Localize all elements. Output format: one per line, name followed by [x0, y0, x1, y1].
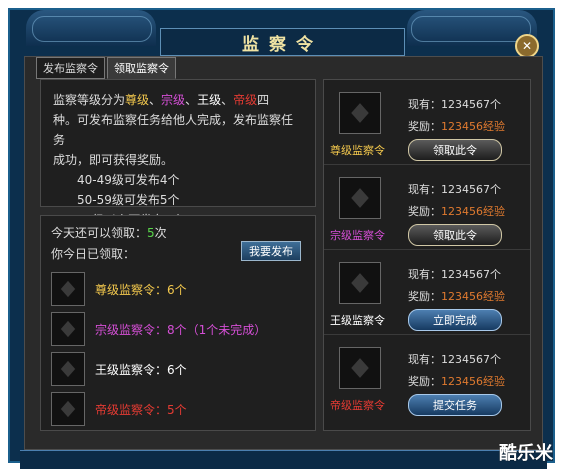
token-icon [351, 358, 369, 378]
reward-name: 尊级监察令 [330, 144, 385, 157]
separator: 、 [221, 93, 234, 107]
reward-have: 现有：1234567个 [408, 353, 501, 366]
claimed-item: 宗级监察令：8个（1个未完成） [95, 322, 267, 337]
reward-have: 现有：1234567个 [408, 268, 501, 281]
close-icon: ✕ [521, 39, 533, 53]
reward-slot [339, 262, 381, 304]
reward-block: 帝级监察令 现有：1234567个 奖励：123456经验 提交任务 [324, 335, 530, 419]
reward-block: 尊级监察令 现有：1234567个 奖励：123456经验 领取此令 [324, 80, 530, 165]
title-bar: 监察令 [160, 28, 405, 56]
reward-name: 帝级监察令 [330, 399, 385, 412]
token-icon [60, 400, 76, 418]
claimed-row: 宗级监察令：8个（1个未完成） [51, 312, 305, 346]
today-count: 5 [147, 226, 155, 240]
token-slot [51, 392, 85, 426]
token-icon [351, 273, 369, 293]
info-line-3: 成功，即可获得奖励。 [53, 153, 174, 167]
reward-value: 奖励：123456经验 [408, 203, 505, 219]
reward-have: 现有：1234567个 [408, 183, 501, 196]
grade-2: 宗级 [161, 93, 186, 107]
today-suffix: 次 [154, 226, 167, 240]
info-panel: 监察等级分为尊级、宗级、王级、帝级四 种。可发布监察任务给他人完成，发布监察任务… [40, 79, 316, 227]
claim-button[interactable]: 领取此令 [408, 224, 502, 246]
reward-value: 奖励：123456经验 [408, 118, 505, 134]
reward-slot [339, 92, 381, 134]
tab-claim[interactable]: 领取监察令 [107, 57, 176, 79]
info-line-4: 40-49级可发布4个 [77, 173, 180, 187]
reward-block: 宗级监察令 现有：1234567个 奖励：123456经验 领取此令 [324, 165, 530, 250]
reward-block: 王级监察令 现有：1234567个 奖励：123456经验 立即完成 [324, 250, 530, 335]
reward-amount: 123456经验 [441, 205, 505, 218]
claimed-item: 帝级监察令：5个 [95, 402, 187, 417]
reward-prefix: 奖励： [408, 290, 441, 303]
info-prefix: 监察等级分为 [53, 93, 126, 107]
reward-prefix: 奖励： [408, 375, 441, 388]
close-button[interactable]: ✕ [515, 34, 539, 58]
reward-name: 宗级监察令 [330, 229, 385, 242]
publish-button[interactable]: 我要发布 [241, 241, 301, 261]
complete-button[interactable]: 立即完成 [408, 309, 502, 331]
grade-1: 尊级 [125, 93, 150, 107]
reward-amount: 123456经验 [441, 290, 505, 303]
separator: 、 [185, 93, 198, 107]
token-icon [351, 103, 369, 123]
info-line-1: 监察等级分为尊级、宗级、王级、帝级四 [53, 90, 303, 110]
claimed-item: 尊级监察令：6个 [95, 282, 187, 297]
submit-button[interactable]: 提交任务 [408, 394, 502, 416]
reward-panel: 尊级监察令 现有：1234567个 奖励：123456经验 领取此令 宗级监察令… [323, 79, 531, 431]
reward-amount: 123456经验 [441, 375, 505, 388]
reward-value: 奖励：123456经验 [408, 288, 505, 304]
grade-3: 王级 [197, 93, 222, 107]
bottom-bar [20, 450, 547, 469]
tab-publish[interactable]: 发布监察令 [36, 57, 105, 79]
claimed-row: 帝级监察令：5个 [51, 392, 305, 426]
today-prefix: 今天还可以领取： [51, 226, 148, 240]
token-slot [51, 272, 85, 306]
window-title: 监察令 [242, 34, 323, 55]
watermark-logo: 酷乐米 [499, 443, 553, 464]
right-dragon-icon [411, 16, 531, 42]
reward-value: 奖励：123456经验 [408, 373, 505, 389]
claimed-row: 王级监察令：6个 [51, 352, 305, 386]
token-icon [60, 280, 76, 298]
claimed-item: 王级监察令：6个 [95, 362, 187, 377]
grade-4: 帝级 [233, 93, 258, 107]
info-line-2: 种。可发布监察任务给他人完成，发布监察任务 [53, 113, 294, 147]
reward-name: 王级监察令 [330, 314, 385, 327]
left-dragon-icon [32, 16, 152, 42]
reward-have: 现有：1234567个 [408, 98, 501, 111]
reward-prefix: 奖励： [408, 205, 441, 218]
claim-panel: 今天还可以领取：5次 你今日已领取： 我要发布 尊级监察令：6个 宗级监察令：8… [40, 215, 316, 431]
reward-amount: 123456经验 [441, 120, 505, 133]
token-icon [60, 360, 76, 378]
token-slot [51, 312, 85, 346]
claimed-row: 尊级监察令：6个 [51, 272, 305, 306]
claim-button[interactable]: 领取此令 [408, 139, 502, 161]
info-line-5: 50-59级可发布5个 [77, 193, 180, 207]
reward-slot [339, 347, 381, 389]
token-slot [51, 352, 85, 386]
reward-slot [339, 177, 381, 219]
tab-strip: 发布监察令 领取监察令 [36, 57, 176, 79]
info-suffix: 四 [257, 93, 270, 107]
separator: 、 [149, 93, 162, 107]
reward-prefix: 奖励： [408, 120, 441, 133]
token-icon [351, 188, 369, 208]
token-icon [60, 320, 76, 338]
today-remaining: 今天还可以领取：5次 [51, 224, 305, 241]
